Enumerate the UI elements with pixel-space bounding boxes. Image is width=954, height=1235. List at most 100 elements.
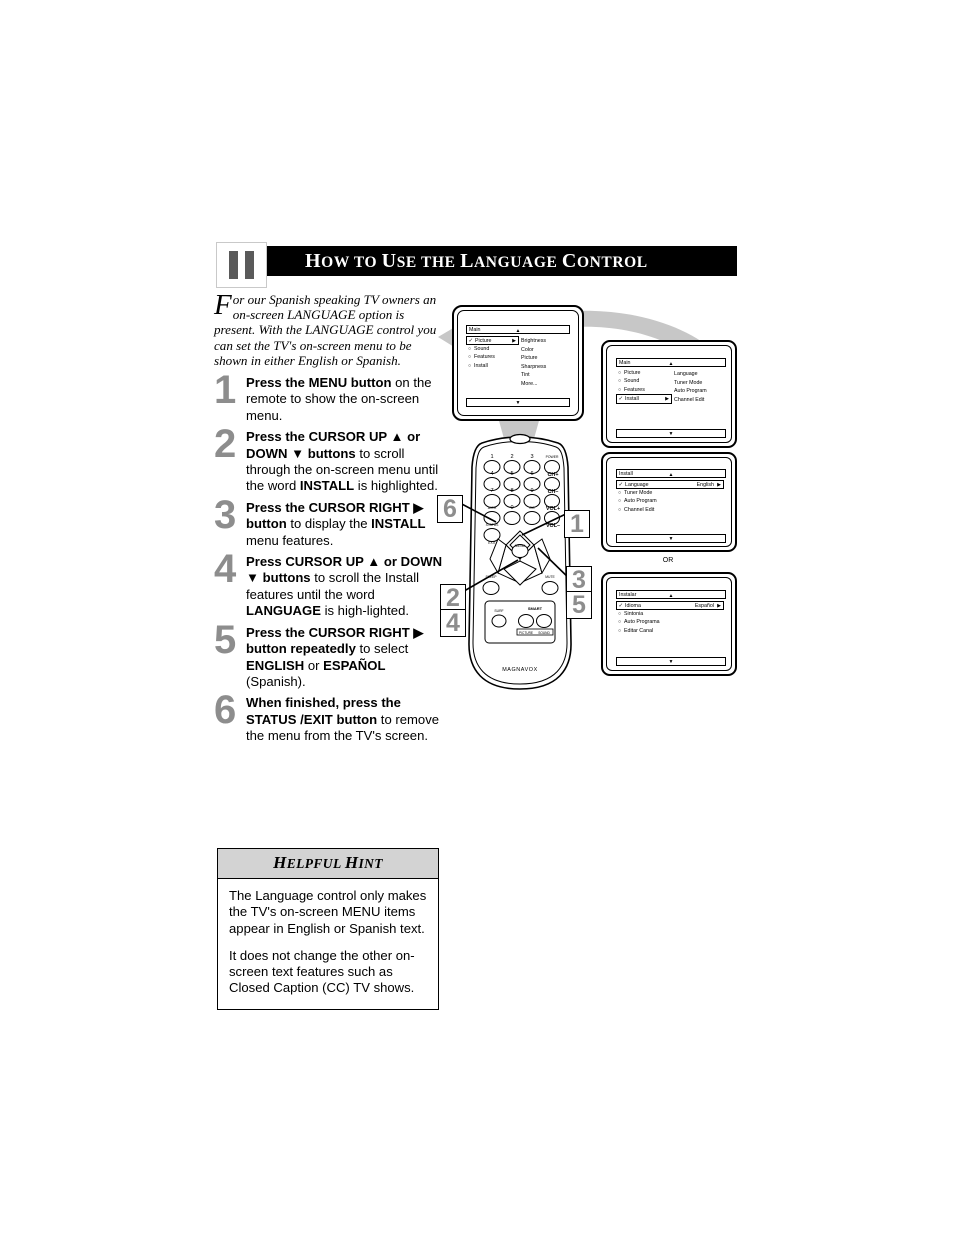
bullet-icon: ○ xyxy=(618,378,622,385)
bullet-icon: ○ xyxy=(468,354,472,361)
osd-main-picture: Main ▲ ✓ Picture ▶ ○ Sound ○ Features ○ Install Bri… xyxy=(466,325,570,407)
step-text-3: Press the CURSOR RIGHT ▶ button to displ… xyxy=(246,499,426,548)
osd-row-label: Picture xyxy=(624,369,641,376)
chevron-right-icon: ▶ xyxy=(717,481,721,488)
osd-row[interactable]: ○ Channel Edit xyxy=(616,506,724,515)
osd-row[interactable]: ○ Sintonia xyxy=(616,610,724,619)
bullet-icon: ○ xyxy=(618,619,622,626)
bullet-icon: ○ xyxy=(618,369,622,376)
osd-submenu-item[interactable]: Picture xyxy=(521,354,546,363)
svg-text:3: 3 xyxy=(530,454,533,460)
osd-title: Instalar ▲ xyxy=(616,590,726,599)
osd-scroll-down-bar[interactable]: ▼ xyxy=(466,398,570,407)
osd-row[interactable]: ○ Tuner Mode xyxy=(616,489,724,498)
callout-4: 4 xyxy=(440,609,466,637)
osd-scroll-down-bar[interactable]: ▼ xyxy=(616,429,726,438)
osd-submenu-item[interactable]: Sharpness xyxy=(521,363,546,372)
osd-title: Install ▲ xyxy=(616,469,726,478)
svg-text:1: 1 xyxy=(490,454,493,460)
bullet-icon: ○ xyxy=(468,363,472,370)
osd-row-label: Sintonia xyxy=(624,610,644,617)
osd-submenu-item[interactable]: Tuner Mode xyxy=(674,379,707,388)
osd-row[interactable]: ○ Sound xyxy=(616,377,672,386)
osd-scroll-down-bar[interactable]: ▼ xyxy=(616,534,726,543)
osd-row[interactable]: ✓ Picture ▶ xyxy=(466,335,519,345)
osd-row[interactable]: ○ Editar Canal xyxy=(616,627,724,636)
step-5: 5 Press the CURSOR RIGHT ▶ button repeate… xyxy=(214,620,446,691)
osd-scroll-up-icon: ▲ xyxy=(668,593,674,599)
osd-row[interactable]: ✓ Language English ▶ xyxy=(616,479,724,489)
osd-panel-main-install: Main ▲ ○ Picture ○ Sound ○ Features ✓ Install ▶ Lan… xyxy=(601,340,737,448)
osd-scroll-down-bar[interactable]: ▼ xyxy=(616,657,726,666)
osd-scroll-up-icon: ▲ xyxy=(668,361,674,367)
osd-submenu-item[interactable]: Color xyxy=(521,346,546,355)
title-part-2: U xyxy=(381,250,397,272)
osd-row-label: Features xyxy=(474,354,495,361)
title-part-7: ONTROL xyxy=(576,254,648,271)
step-3: 3 Press the CURSOR RIGHT ▶ button to disp… xyxy=(214,495,446,549)
osd-install-english: Install ▲ ✓ Language English ▶ ○ Tuner Mode ○ Aut… xyxy=(616,469,726,543)
osd-submenu-item[interactable]: Tint xyxy=(521,371,546,380)
title-part-4: L xyxy=(460,250,475,272)
osd-panel-instalar-espanol: Instalar ▲ ✓ Idioma Español ▶ ○ Sintonia ○ Auto P… xyxy=(601,572,737,676)
svg-text:4: 4 xyxy=(490,471,493,477)
osd-submenu-column: Language Tuner Mode Auto Program Channel Ed… xyxy=(674,370,707,404)
osd-row-label: Tuner Mode xyxy=(624,489,653,496)
osd-submenu-item[interactable]: Channel Edit xyxy=(674,396,707,405)
step-number-2: 2 xyxy=(214,422,237,467)
chevron-right-icon: ▶ xyxy=(665,396,669,403)
osd-title-label: Main xyxy=(619,360,631,366)
step-6: 6 When finished, press the STATUS /EXIT b… xyxy=(214,690,446,744)
bullet-icon: ○ xyxy=(618,386,622,393)
svg-text:MAGNAVOX: MAGNAVOX xyxy=(502,667,538,673)
chapter-number-badge xyxy=(216,242,267,288)
callout-1: 1 xyxy=(564,510,590,538)
bullet-icon: ○ xyxy=(618,489,622,496)
svg-text:POWER: POWER xyxy=(546,455,559,459)
osd-submenu-column: Brightness Color Picture Sharpness Tint More.… xyxy=(521,337,546,389)
osd-row-value: Español xyxy=(694,602,714,609)
osd-row[interactable]: ○ Auto Program xyxy=(616,497,724,506)
osd-scroll-up-icon: ▲ xyxy=(515,328,521,334)
osd-title: Main ▲ xyxy=(616,358,726,367)
osd-row-value: English xyxy=(696,481,714,488)
osd-scroll-up-icon: ▲ xyxy=(668,472,674,478)
osd-submenu-item[interactable]: Auto Program xyxy=(674,387,707,396)
osd-row[interactable]: ✓ Install ▶ xyxy=(616,394,672,404)
svg-text:CH+: CH+ xyxy=(548,472,559,478)
osd-row-label: Picture xyxy=(475,337,492,344)
osd-title-label: Instalar xyxy=(619,592,637,598)
svg-text:2: 2 xyxy=(510,454,513,460)
tv-screen-menu-1: Main ▲ ✓ Picture ▶ ○ Sound ○ Features ○ Install Bri… xyxy=(452,305,584,421)
checkmark-icon: ✓ xyxy=(618,396,623,403)
step-number-1: 1 xyxy=(214,368,237,413)
osd-row[interactable]: ○ Features xyxy=(466,353,519,362)
intro-text: or our Spanish speaking TV owners an on-… xyxy=(214,292,437,368)
step-1: 1 Press the MENU button on the remote to … xyxy=(214,370,446,424)
osd-title-label: Main xyxy=(469,327,481,333)
helpful-hint-box: HELPFUL HINT The Language control only m… xyxy=(217,848,439,1010)
osd-submenu-item[interactable]: More... xyxy=(521,380,546,389)
osd-row-label: Sound xyxy=(474,345,490,352)
osd-row-label: Idioma xyxy=(625,602,641,609)
osd-row[interactable]: ○ Features xyxy=(616,386,672,395)
svg-text:6: 6 xyxy=(530,471,533,477)
osd-submenu-item[interactable]: Language xyxy=(674,370,707,379)
step-text-4: Press CURSOR UP ▲ or DOWN ▼ buttons to s… xyxy=(246,554,443,619)
osd-row[interactable]: ○ Auto Programa xyxy=(616,618,724,627)
manual-page: HOW TO USE THE LANGUAGE CONTROL For our … xyxy=(0,0,954,1235)
osd-submenu-item[interactable]: Brightness xyxy=(521,337,546,346)
osd-row[interactable]: ○ Install xyxy=(466,362,519,371)
osd-row[interactable]: ○ Sound xyxy=(466,345,519,354)
callout-6: 6 xyxy=(437,495,463,523)
hint-paragraph-1: The Language control only makes the TV's… xyxy=(229,888,427,936)
osd-row[interactable]: ○ Picture xyxy=(616,369,672,378)
callout-3: 3 xyxy=(566,566,592,594)
osd-row-list: ○ Picture ○ Sound ○ Features ✓ Install ▶ xyxy=(616,369,726,404)
bullet-icon: ○ xyxy=(618,610,622,617)
hint-title-part-2: H xyxy=(344,853,359,872)
osd-row-label: Install xyxy=(474,363,488,370)
osd-row[interactable]: ✓ Idioma Español ▶ xyxy=(616,600,724,610)
title-part-3: SE THE xyxy=(396,254,461,271)
callout-5: 5 xyxy=(566,591,592,619)
